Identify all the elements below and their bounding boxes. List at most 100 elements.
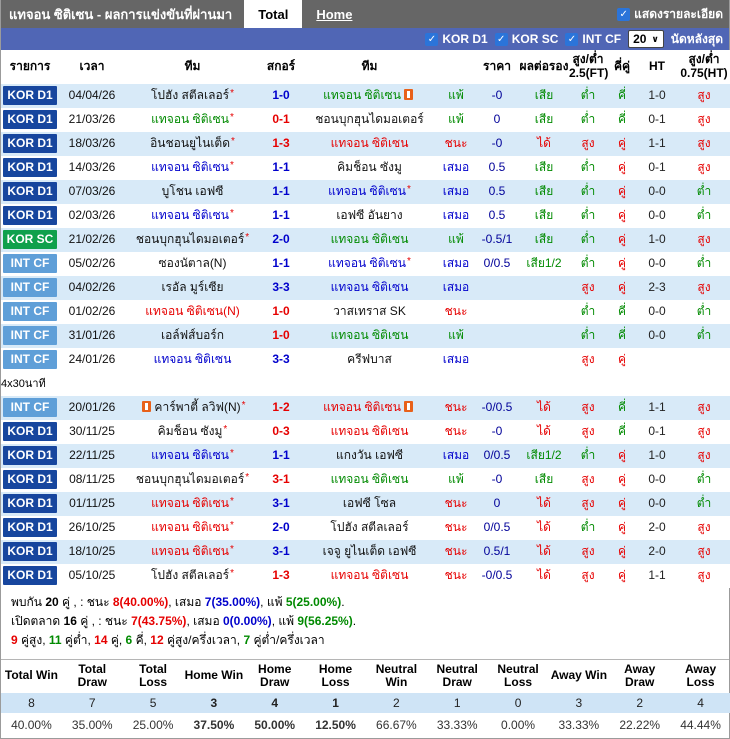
handicap-result bbox=[519, 300, 569, 324]
team-name: แทจอน ซิติเซน bbox=[151, 208, 229, 222]
home-team: โปฮัง สตีลเลอร์* bbox=[125, 564, 260, 588]
league-cell: KOR D1 bbox=[1, 84, 59, 108]
title-bar: แทจอน ซิติเซน - ผลการแข่งขันที่ผ่านมา To… bbox=[1, 0, 729, 28]
over-under-ht: สูง bbox=[697, 160, 711, 174]
odd-even: คู่ bbox=[617, 184, 627, 198]
column-header bbox=[437, 50, 475, 84]
team-name: อินชอนยูไนเต็ด bbox=[150, 136, 230, 150]
stats-count: 3 bbox=[210, 696, 218, 711]
over-under-ht: ต่ำ bbox=[696, 256, 712, 270]
match-row: KOR D1 02/03/26 แทจอน ซิติเซน* 1-1 เอฟซี อัน… bbox=[1, 203, 730, 228]
team-name: ชอนบุกฮุนไดมอเตอร์ bbox=[135, 232, 245, 246]
league-cell: INT CF bbox=[1, 324, 59, 348]
league-cell: KOR D1 bbox=[1, 492, 59, 516]
over-under-ft: ต่ำ bbox=[580, 448, 596, 462]
away-team: แทจอน ซิติเซน bbox=[302, 324, 437, 348]
summary-segment: คู่, bbox=[107, 632, 126, 647]
team-name: แทจอน ซิติเซน bbox=[151, 496, 229, 510]
team-name: ครีฟบาส bbox=[347, 352, 392, 366]
league-cell: KOR D1 bbox=[1, 468, 59, 492]
home-marker: * bbox=[229, 496, 234, 507]
match-row: KOR D1 18/03/26 อินชอนยูไนเต็ด* 1-3 แทจอน ซิ… bbox=[1, 131, 730, 156]
away-team: แทจอน ซิติเซน bbox=[302, 228, 437, 252]
match-row: KOR SC 21/02/26 ชอนบุกฮุนไดมอเตอร์* 2-0 แทจอ… bbox=[1, 227, 730, 252]
result: แพ้ bbox=[448, 472, 464, 486]
filter-label-int-cf: INT CF bbox=[582, 32, 622, 46]
show-details-checkbox[interactable]: ✓ แสดงรายละเอียด bbox=[617, 0, 729, 28]
home-marker: * bbox=[230, 568, 235, 579]
team-name: ซองนัตาล(N) bbox=[158, 256, 227, 270]
team-name: เอฟซี อันยาง bbox=[336, 208, 403, 222]
home-marker: * bbox=[231, 136, 235, 147]
result: เสมอ bbox=[442, 280, 470, 294]
handicap bbox=[475, 348, 519, 372]
filter-checkbox-kor-sc[interactable]: ✓ KOR SC bbox=[494, 32, 558, 46]
filter-checkbox-int-cf[interactable]: ✓ INT CF bbox=[565, 32, 621, 46]
away-team: ครีฟบาส bbox=[302, 348, 437, 372]
recent-matches-label: นัดหลังสุด bbox=[670, 31, 723, 46]
tab-total[interactable]: Total bbox=[244, 0, 303, 28]
over-under-ft: ต่ำ bbox=[580, 256, 596, 270]
league-cell: KOR D1 bbox=[1, 156, 59, 180]
ht-score: 1-0 bbox=[648, 88, 666, 102]
result: เสมอ bbox=[442, 448, 470, 462]
stats-percents-row: 40.00% 35.00% 25.00% 37.50% 50.00% 12.50% 66.6… bbox=[1, 713, 730, 738]
away-team: เอฟซี อันยาง bbox=[302, 204, 437, 228]
match-history-panel: แทจอน ซิติเซน - ผลการแข่งขันที่ผ่านมา To… bbox=[0, 0, 730, 739]
odd-even: คู่ bbox=[617, 256, 627, 270]
match-row: KOR D1 07/03/26 บูโชน เอฟซี 1-1 แทจอน ซิติเซ… bbox=[1, 179, 730, 204]
team-name: แทจอน ซิติเซน bbox=[330, 232, 409, 246]
league-badge: KOR SC bbox=[3, 230, 57, 250]
stats-header: Total Loss bbox=[139, 661, 168, 690]
away-team: แทจอน ซิติเซน* bbox=[302, 252, 437, 276]
summary-segment: เปิดตลาด bbox=[11, 613, 64, 628]
league-badge: INT CF bbox=[3, 254, 57, 274]
stats-percent: 33.33% bbox=[436, 718, 478, 733]
period-separator-row: 4x30นาที bbox=[1, 371, 730, 396]
match-row: INT CF 20/01/26 คาร์พาตี้ ลวิฟ(N)* 1-2 แทจอน… bbox=[1, 395, 730, 420]
league-cell: KOR D1 bbox=[1, 204, 59, 228]
summary-segment: , เสมอ bbox=[168, 594, 205, 609]
column-header: ราคา bbox=[475, 50, 519, 84]
check-icon: ✓ bbox=[425, 32, 439, 46]
handicap: 0.5 bbox=[488, 208, 506, 222]
home-team: อินชอนยูไนเต็ด* bbox=[125, 132, 260, 156]
tab-home[interactable]: Home bbox=[302, 0, 366, 28]
odd-even: คี่ bbox=[617, 424, 627, 438]
score: 1-0 bbox=[272, 304, 290, 318]
league-cell: KOR D1 bbox=[1, 132, 59, 156]
home-marker: * bbox=[229, 448, 234, 459]
stats-header: Home Win bbox=[184, 668, 244, 683]
stats-header: Neutral Loss bbox=[497, 661, 539, 690]
stats-header: Away Draw bbox=[624, 661, 656, 690]
column-header: เวลา bbox=[59, 50, 125, 84]
over-under-ft: สูง bbox=[581, 472, 595, 486]
stats-count: 7 bbox=[88, 696, 96, 711]
ht-score: 1-0 bbox=[648, 232, 666, 246]
result: เสมอ bbox=[442, 160, 470, 174]
stats-percent: 22.22% bbox=[619, 718, 661, 733]
filter-checkbox-kor-d1[interactable]: ✓ KOR D1 bbox=[425, 32, 488, 46]
odd-even: คู่ bbox=[617, 136, 627, 150]
league-badge: KOR D1 bbox=[3, 134, 57, 154]
handicap-result: เสีย bbox=[534, 112, 554, 126]
league-cell: INT CF bbox=[1, 252, 59, 276]
column-header: HT bbox=[637, 50, 677, 84]
league-badge: KOR D1 bbox=[3, 110, 57, 130]
column-header: ทีม bbox=[125, 50, 260, 84]
stats-percent: 40.00% bbox=[11, 718, 52, 733]
handicap-result: ได้ bbox=[537, 400, 551, 414]
odd-even: คู่ bbox=[617, 520, 627, 534]
result: ชนะ bbox=[444, 400, 468, 414]
match-count-select[interactable]: 20 ∨ bbox=[628, 30, 664, 48]
team-badge-icon bbox=[403, 401, 413, 412]
home-team: แทจอน ซิติเซน* bbox=[125, 156, 260, 180]
match-row: INT CF 31/01/26 เอล์ฟส์บอร์ก 1-0 แทจอน ซิติเ… bbox=[1, 323, 730, 348]
stats-header: Home Loss bbox=[318, 661, 353, 690]
home-marker: * bbox=[245, 472, 250, 483]
team-name: แทจอน ซิติเซน bbox=[323, 400, 401, 414]
stats-count: 1 bbox=[332, 696, 339, 711]
handicap: -0 bbox=[491, 136, 503, 150]
stats-count: 2 bbox=[636, 696, 644, 711]
handicap: 0.5/1 bbox=[483, 544, 511, 558]
